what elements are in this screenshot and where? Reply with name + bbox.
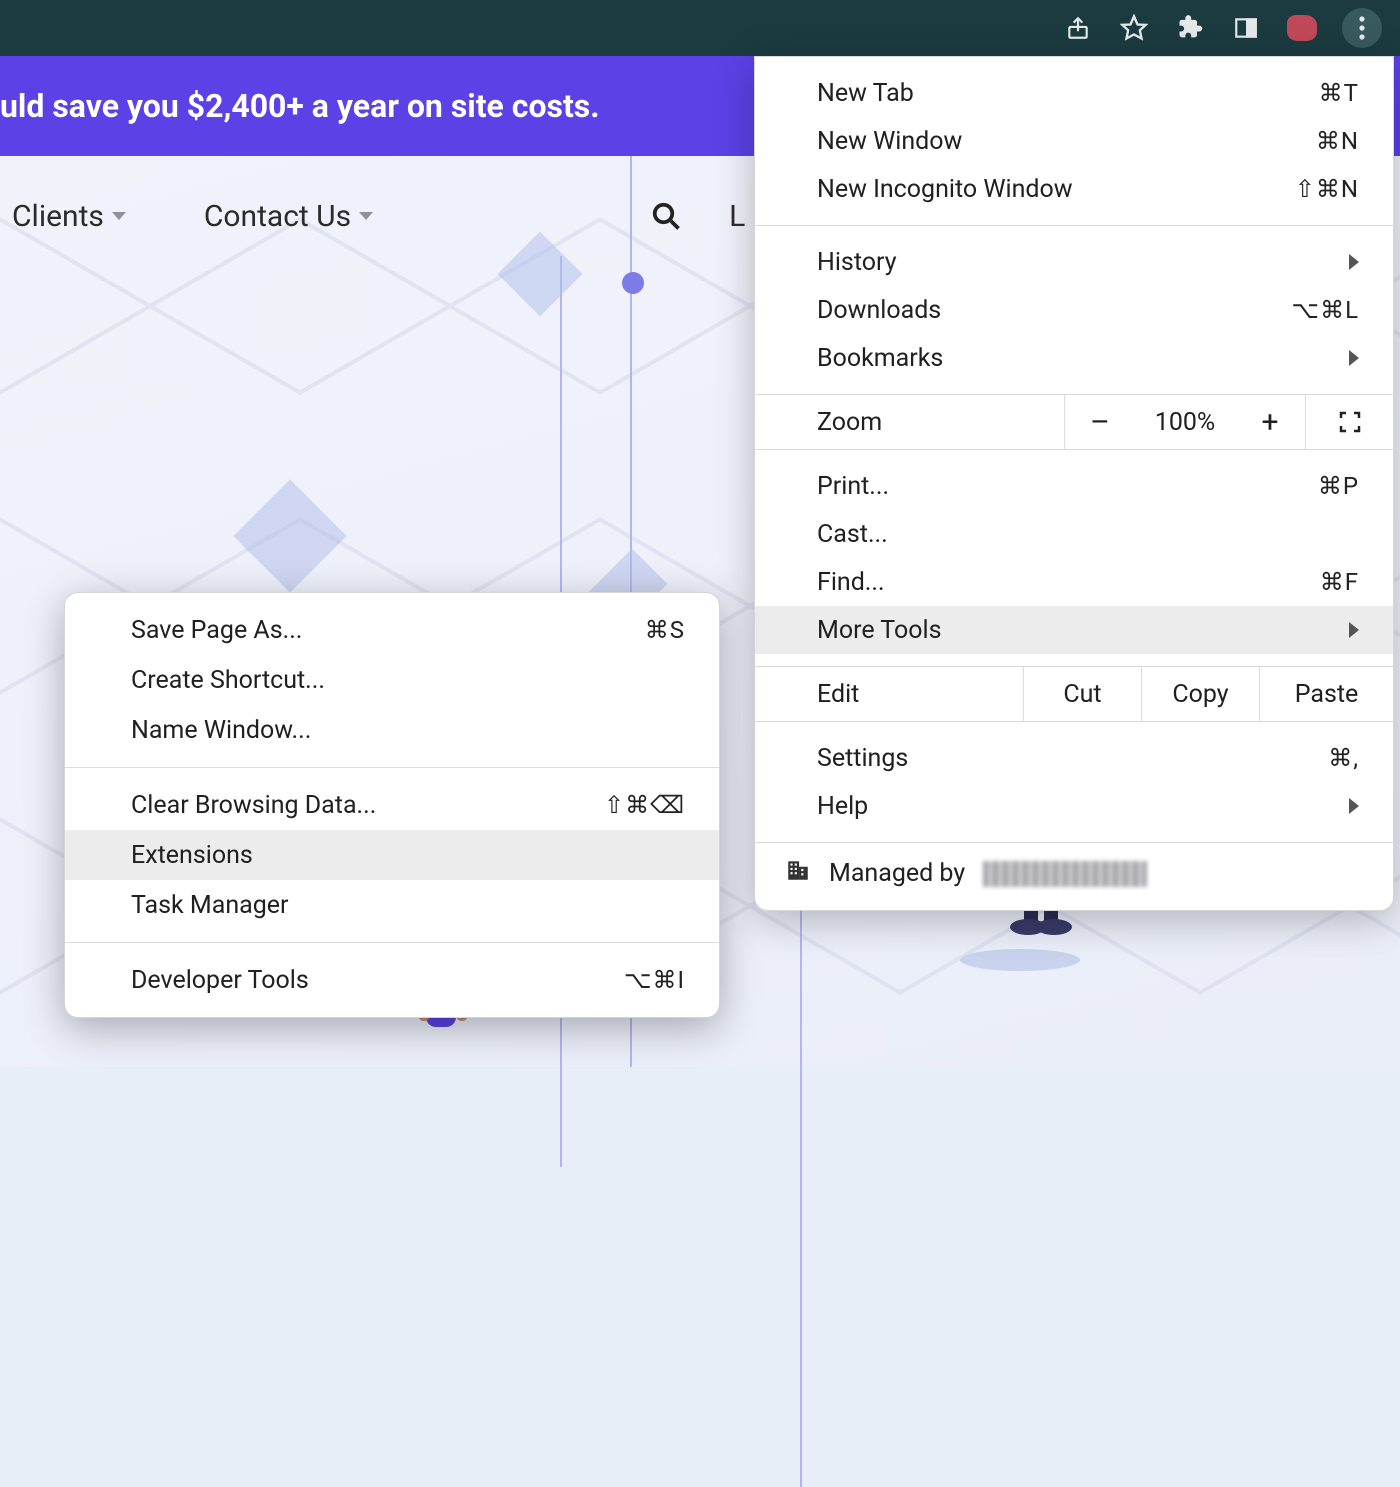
zoom-in-button[interactable]: + xyxy=(1235,395,1305,449)
zoom-out-button[interactable]: – xyxy=(1065,395,1135,449)
menu-label: New Window xyxy=(817,127,962,156)
menu-label: Downloads xyxy=(817,296,941,325)
menu-shortcut: ⌘N xyxy=(1316,127,1359,155)
submenu-save-page[interactable]: Save Page As... ⌘S xyxy=(65,605,719,655)
panel-icon[interactable] xyxy=(1230,12,1262,44)
submenu-arrow-icon xyxy=(1349,622,1359,638)
menu-zoom-row: Zoom – 100% + xyxy=(755,394,1393,450)
chevron-down-icon xyxy=(359,212,373,220)
menu-managed-by[interactable]: Managed by xyxy=(755,842,1393,910)
share-icon[interactable] xyxy=(1062,12,1094,44)
browser-toolbar xyxy=(0,0,1400,56)
menu-new-incognito[interactable]: New Incognito Window ⇧⌘N xyxy=(755,165,1393,213)
menu-print[interactable]: Print... ⌘P xyxy=(755,462,1393,510)
menu-label: Developer Tools xyxy=(131,966,309,995)
menu-settings[interactable]: Settings ⌘, xyxy=(755,734,1393,782)
menu-history[interactable]: History xyxy=(755,238,1393,286)
menu-shortcut: ⌘T xyxy=(1319,79,1359,107)
menu-more-tools[interactable]: More Tools xyxy=(755,606,1393,654)
menu-label: Create Shortcut... xyxy=(131,666,325,695)
extensions-icon[interactable] xyxy=(1174,12,1206,44)
menu-edit-row: Edit Cut Copy Paste xyxy=(755,666,1393,722)
chevron-down-icon xyxy=(112,212,126,220)
search-button[interactable] xyxy=(651,201,681,231)
chrome-main-menu: New Tab ⌘T New Window ⌘N New Incognito W… xyxy=(754,56,1394,911)
submenu-name-window[interactable]: Name Window... xyxy=(65,705,719,755)
menu-label: Settings xyxy=(817,744,908,773)
nav-label: Clients xyxy=(12,199,104,234)
fullscreen-button[interactable] xyxy=(1305,395,1393,449)
menu-label: Task Manager xyxy=(131,891,289,920)
menu-edit-label: Edit xyxy=(755,667,1023,721)
more-tools-submenu: Save Page As... ⌘S Create Shortcut... Na… xyxy=(64,592,720,1018)
star-icon[interactable] xyxy=(1118,12,1150,44)
nav-partial-text: L xyxy=(729,199,745,234)
menu-downloads[interactable]: Downloads ⌥⌘L xyxy=(755,286,1393,334)
menu-shortcut: ⇧⌘⌫ xyxy=(604,791,685,819)
menu-zoom-label: Zoom xyxy=(755,395,1065,449)
menu-shortcut: ⌘, xyxy=(1328,744,1359,772)
menu-label: Extensions xyxy=(131,841,253,870)
edit-copy-button[interactable]: Copy xyxy=(1141,667,1259,721)
menu-shortcut: ⌘P xyxy=(1318,472,1359,500)
menu-cast[interactable]: Cast... xyxy=(755,510,1393,558)
menu-shortcut: ⌘F xyxy=(1320,568,1359,596)
submenu-clear-browsing-data[interactable]: Clear Browsing Data... ⇧⌘⌫ xyxy=(65,780,719,830)
nav-label: Contact Us xyxy=(204,199,351,234)
menu-label: More Tools xyxy=(817,616,942,645)
menu-shortcut: ⌘S xyxy=(645,616,685,644)
menu-shortcut: ⌥⌘I xyxy=(624,966,685,994)
menu-new-tab[interactable]: New Tab ⌘T xyxy=(755,69,1393,117)
building-icon xyxy=(785,857,811,890)
menu-new-window[interactable]: New Window ⌘N xyxy=(755,117,1393,165)
nav-label: L xyxy=(729,199,745,234)
submenu-extensions[interactable]: Extensions xyxy=(65,830,719,880)
submenu-arrow-icon xyxy=(1349,350,1359,366)
menu-label: Cast... xyxy=(817,520,888,549)
promo-banner-text: uld save you $2,400+ a year on site cost… xyxy=(0,87,600,125)
menu-bookmarks[interactable]: Bookmarks xyxy=(755,334,1393,382)
menu-label: History xyxy=(817,248,897,277)
menu-label: New Incognito Window xyxy=(817,175,1073,204)
profile-avatar[interactable] xyxy=(1286,12,1318,44)
managed-by-org-redacted xyxy=(983,861,1147,887)
menu-label: Save Page As... xyxy=(131,616,302,645)
menu-shortcut: ⇧⌘N xyxy=(1295,175,1359,203)
submenu-arrow-icon xyxy=(1349,798,1359,814)
chrome-menu-button[interactable] xyxy=(1342,8,1382,48)
edit-paste-button[interactable]: Paste xyxy=(1259,667,1393,721)
managed-by-text: Managed by xyxy=(829,859,965,888)
edit-cut-button[interactable]: Cut xyxy=(1023,667,1141,721)
menu-label: Bookmarks xyxy=(817,344,943,373)
menu-label: Find... xyxy=(817,568,885,597)
menu-label: Help xyxy=(817,792,868,821)
nav-clients[interactable]: Clients xyxy=(12,199,126,234)
menu-find[interactable]: Find... ⌘F xyxy=(755,558,1393,606)
submenu-task-manager[interactable]: Task Manager xyxy=(65,880,719,930)
menu-shortcut: ⌥⌘L xyxy=(1291,296,1359,324)
submenu-create-shortcut[interactable]: Create Shortcut... xyxy=(65,655,719,705)
submenu-developer-tools[interactable]: Developer Tools ⌥⌘I xyxy=(65,955,719,1005)
nav-contact[interactable]: Contact Us xyxy=(204,199,373,234)
menu-label: Print... xyxy=(817,472,889,501)
menu-label: Clear Browsing Data... xyxy=(131,791,376,820)
menu-help[interactable]: Help xyxy=(755,782,1393,830)
menu-label: New Tab xyxy=(817,79,914,108)
zoom-value: 100% xyxy=(1135,395,1235,449)
menu-label: Name Window... xyxy=(131,716,311,745)
submenu-arrow-icon xyxy=(1349,254,1359,270)
